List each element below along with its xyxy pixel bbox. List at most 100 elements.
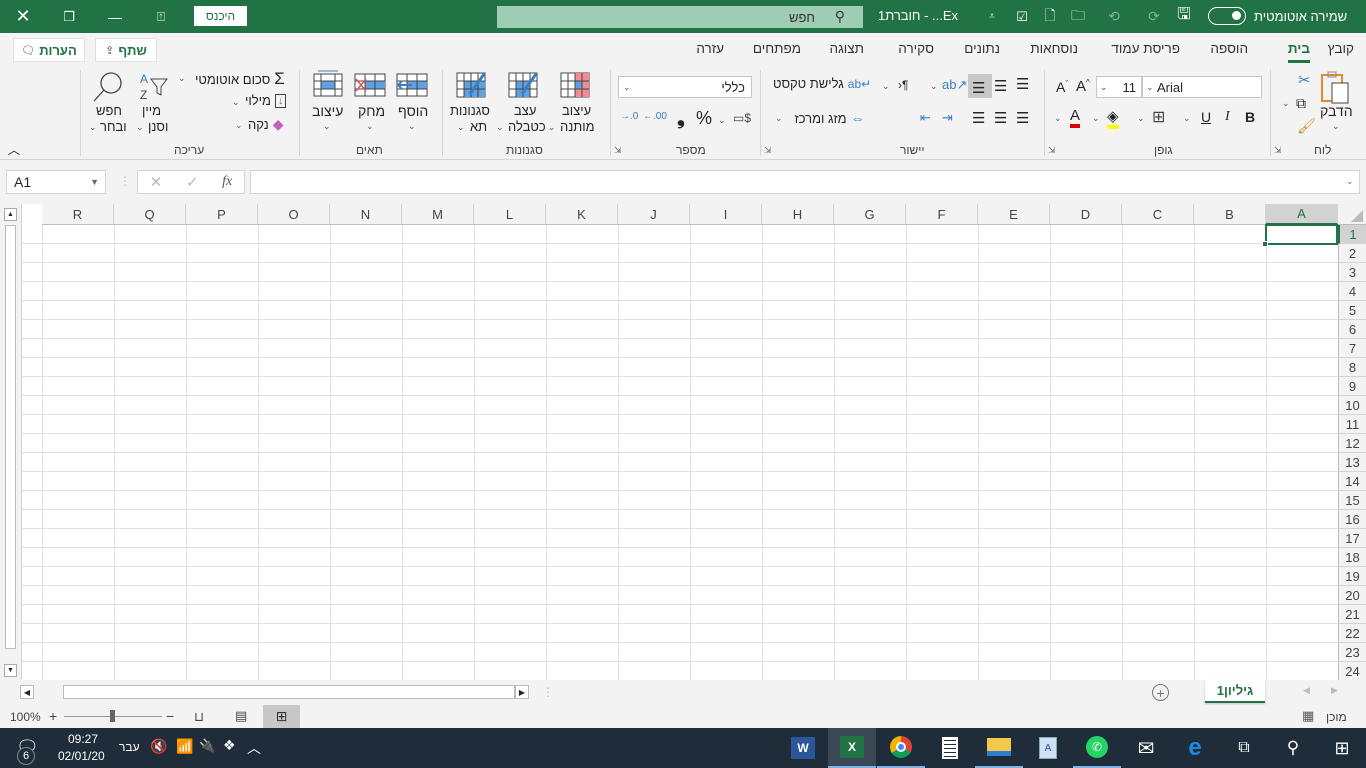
percent-button[interactable]: % (696, 108, 712, 129)
increase-font-button[interactable]: A^ (1076, 78, 1090, 95)
column-header-P[interactable]: P (186, 204, 258, 225)
vertical-scroll-thumb[interactable] (5, 225, 16, 649)
row-header-11[interactable]: 11 (1338, 415, 1366, 434)
autosave-toggle[interactable]: שמירה אוטומטית (1208, 7, 1347, 25)
enter-icon[interactable]: ✓ (186, 173, 199, 191)
row-header-6[interactable]: 6 (1338, 320, 1366, 339)
accounting-format-button[interactable]: ▭$ (733, 111, 751, 125)
tab-formulas[interactable]: נוסחאות (1030, 41, 1078, 56)
borders-button[interactable]: ⊞ (1152, 107, 1165, 127)
accounting-dropdown[interactable]: ⌄ (718, 115, 726, 126)
tab-developer[interactable]: מפתחים (753, 41, 801, 56)
clear-button[interactable]: נקה ◆ (248, 116, 284, 133)
undo-button[interactable]: ⟲ (1096, 0, 1132, 33)
row-header-19[interactable]: 19 (1338, 567, 1366, 586)
column-header-J[interactable]: J (618, 204, 690, 225)
row-header-4[interactable]: 4 (1338, 282, 1366, 301)
orientation-dropdown[interactable]: ⌄ (930, 81, 938, 92)
column-header-G[interactable]: G (834, 204, 906, 225)
bold-button[interactable]: B (1245, 109, 1255, 125)
column-header-E[interactable]: E (978, 204, 1050, 225)
clipboard-launcher[interactable]: ⇲ (1274, 145, 1282, 156)
battery-icon[interactable]: 🔌 (199, 738, 215, 754)
column-header-H[interactable]: H (762, 204, 834, 225)
column-header-D[interactable]: D (1050, 204, 1122, 225)
open-button[interactable]: 🗀 (1066, 0, 1090, 33)
align-left-button[interactable]: ☰ (972, 109, 985, 127)
decrease-decimal-button[interactable]: →.0 (620, 111, 638, 122)
taskbar-app-chrome[interactable] (877, 728, 925, 768)
taskbar-app-mail[interactable]: ✉ (1122, 728, 1170, 768)
format-as-table-label-2[interactable]: כטבלה (508, 119, 546, 134)
language-indicator[interactable]: עבר (119, 740, 140, 754)
tab-insert[interactable]: הוספה (1210, 41, 1248, 56)
font-color-dropdown[interactable]: ⌄ (1054, 113, 1062, 124)
row-header-15[interactable]: 15 (1338, 491, 1366, 510)
cell-styles-label-2[interactable]: תא (470, 119, 487, 134)
sign-in-button[interactable]: היכנס (194, 6, 247, 26)
page-break-view-button[interactable]: ⊔ (194, 709, 204, 725)
zoom-in-button[interactable]: + (49, 708, 57, 724)
row-header-5[interactable]: 5 (1338, 301, 1366, 320)
row-header-8[interactable]: 8 (1338, 358, 1366, 377)
copy-button[interactable]: ⧉ (1296, 95, 1306, 112)
clear-dropdown[interactable]: ⌄ (235, 120, 243, 131)
save-button[interactable]: 🖫 (1172, 0, 1196, 33)
column-header-K[interactable]: K (546, 204, 618, 225)
underline-dropdown[interactable]: ⌄ (1183, 113, 1191, 124)
wrap-text-button[interactable]: גלישת טקסט ab↵ (773, 76, 871, 91)
column-header-L[interactable]: L (474, 204, 546, 225)
dropbox-icon[interactable]: ❖ (223, 737, 236, 754)
search-button[interactable]: ⚲ (1269, 728, 1317, 768)
column-header-I[interactable]: I (690, 204, 762, 225)
tab-page-layout[interactable]: פריסת עמוד (1111, 41, 1180, 56)
name-box[interactable]: A1 ▼ (6, 170, 106, 194)
next-sheet-button[interactable]: ▶ (1331, 685, 1338, 696)
page-layout-view-button[interactable]: ▤ (235, 708, 247, 724)
scroll-left-button[interactable]: ◀ (20, 685, 34, 699)
start-button[interactable]: ⊞ (1318, 728, 1366, 768)
font-size-select[interactable]: ⌄ 11 (1096, 76, 1142, 98)
share-button[interactable]: ⇪ שתף (95, 38, 157, 62)
column-header-M[interactable]: M (402, 204, 474, 225)
close-button[interactable]: ✕ (0, 0, 46, 33)
previous-sheet-button[interactable]: ◀ (1303, 685, 1310, 696)
row-header-14[interactable]: 14 (1338, 472, 1366, 491)
column-header-A[interactable]: A (1266, 204, 1338, 225)
taskbar-app-file-explorer[interactable] (975, 728, 1023, 768)
toggle-switch[interactable] (1208, 7, 1246, 25)
row-header-9[interactable]: 9 (1338, 377, 1366, 396)
bottom-align-button[interactable]: ☰ (972, 79, 985, 97)
underline-button[interactable]: U (1201, 109, 1211, 125)
new-sheet-button[interactable]: + (1152, 684, 1169, 701)
insert-function-button[interactable]: fx (222, 174, 232, 190)
spreadsheet-grid[interactable]: ▲ ▼ ABCDEFGHIJKLMNOPQR 1 2 3 4 5 6 7 8 9 10 11 12 13… (0, 204, 1366, 681)
zoom-slider-thumb[interactable] (110, 710, 115, 722)
macro-recording-icon[interactable]: ▦ (1302, 708, 1314, 724)
zoom-out-button[interactable]: − (166, 708, 174, 724)
taskbar-app-edge[interactable]: e (1171, 728, 1219, 768)
row-header-17[interactable]: 17 (1338, 529, 1366, 548)
fill-handle[interactable] (1262, 241, 1268, 247)
clock-time[interactable]: 09:27 (68, 732, 98, 746)
taskbar-app-word[interactable]: W (779, 728, 827, 768)
conditional-formatting-label-2[interactable]: מותנה (560, 119, 595, 134)
formula-input[interactable] (250, 170, 1360, 194)
volume-muted-icon[interactable]: 🔇 (150, 738, 167, 755)
autosum-button[interactable]: סכום אוטומטי Σ (195, 69, 285, 89)
text-direction-button[interactable]: ›¶ (898, 78, 908, 92)
borders-dropdown[interactable]: ⌄ (1137, 113, 1145, 124)
expand-formula-bar-icon[interactable]: ⌄ (1346, 176, 1354, 187)
split-handle[interactable]: ⋮ (542, 685, 554, 699)
row-header-22[interactable]: 22 (1338, 624, 1366, 643)
number-launcher[interactable]: ⇲ (614, 145, 622, 156)
tab-help[interactable]: עזרה (696, 41, 724, 56)
restore-button[interactable]: ❐ (46, 0, 92, 33)
row-header-1[interactable]: 1 (1338, 225, 1366, 244)
decrease-indent-button[interactable]: ⇤ (920, 110, 931, 126)
active-cell-selection[interactable] (1265, 224, 1338, 245)
row-header-20[interactable]: 20 (1338, 586, 1366, 605)
autosum-dropdown[interactable]: ⌄ (178, 73, 186, 84)
scroll-right-button[interactable]: ▶ (515, 685, 529, 699)
decrease-font-button[interactable]: Aˇ (1056, 79, 1068, 95)
